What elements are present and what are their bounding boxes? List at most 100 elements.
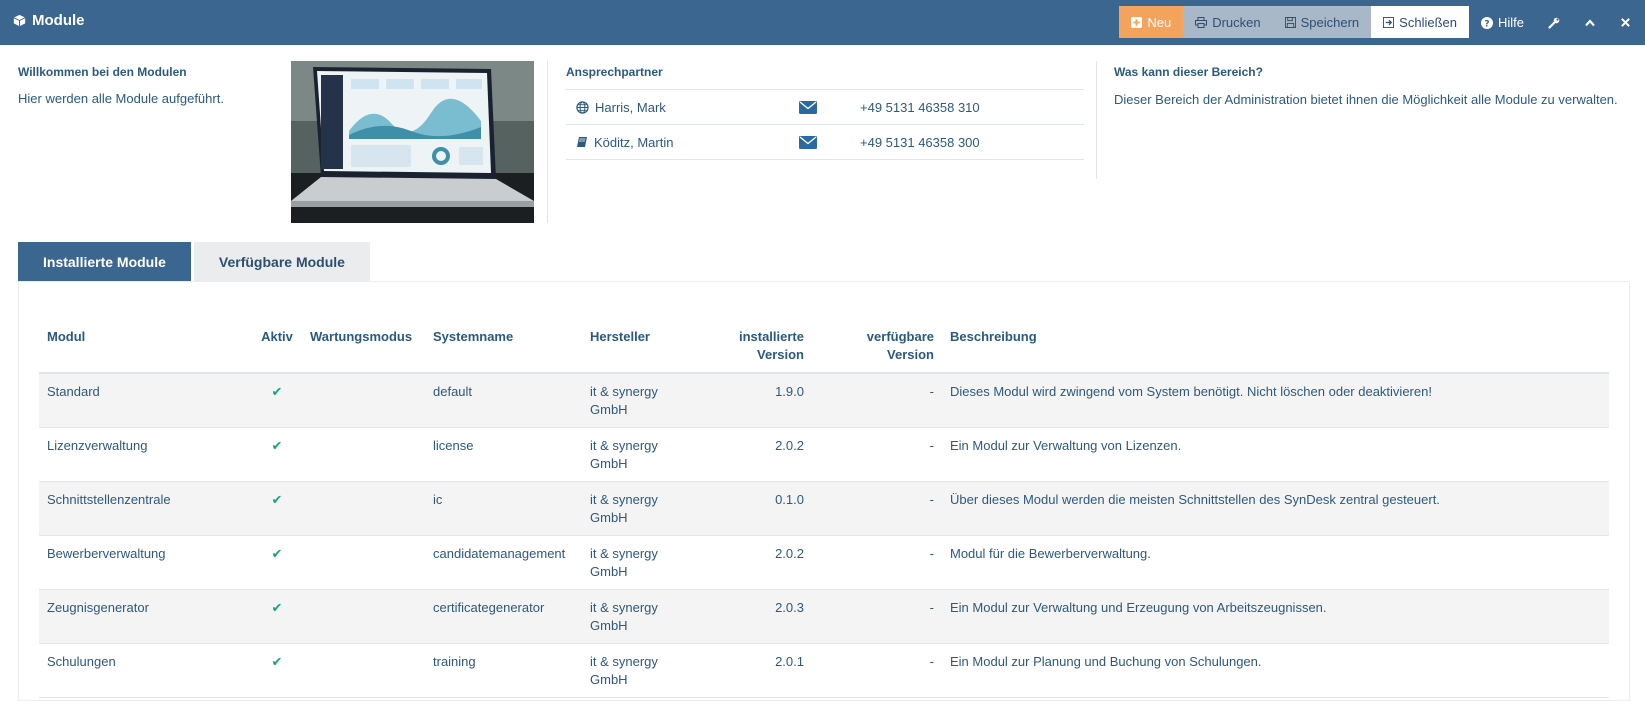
cell-hersteller: it & synergy GmbH: [582, 535, 682, 590]
wrench-icon: [1548, 17, 1560, 29]
globe-icon: [576, 100, 589, 114]
table-row[interactable]: Standard ✔ default it & synergy GmbH 1.9.…: [39, 373, 1609, 428]
hersteller-line1: it & synergy: [590, 545, 658, 561]
tab-installed-modules[interactable]: Installierte Module: [18, 242, 191, 282]
cell-beschreibung: Ein Modul zur Verwaltung und Erzeugung v…: [942, 589, 1609, 644]
cell-modul: Lizenzverwaltung: [39, 427, 252, 482]
settings-button[interactable]: [1536, 0, 1572, 45]
col-header-hersteller[interactable]: Hersteller: [582, 318, 682, 374]
col-header-modul[interactable]: Modul: [39, 318, 252, 374]
check-icon: ✔: [271, 599, 283, 615]
contact-phone[interactable]: +49 5131 46358 310: [840, 100, 980, 115]
welcome-text: Hier werden alle Module aufgeführt.: [18, 91, 224, 106]
cell-modul: Schnittstellenzentrale: [39, 481, 252, 536]
hersteller-line2: GmbH: [590, 671, 628, 687]
contact-name-cell: Harris, Mark: [566, 100, 776, 115]
hersteller-line2: GmbH: [590, 563, 628, 579]
envelope-icon[interactable]: [799, 135, 817, 149]
col-header-installed-line2: Version: [757, 347, 804, 362]
cell-beschreibung: Ein Modul zur Verwaltung von Lizenzen.: [942, 427, 1609, 482]
cell-wartung: [302, 427, 425, 482]
cell-beschreibung: Ein Modul zur Planung und Buchung von Sc…: [942, 643, 1609, 698]
hersteller-line1: it & synergy: [590, 599, 658, 615]
email-cell: [776, 135, 840, 149]
floppy-icon: [1284, 16, 1296, 28]
hersteller-line2: GmbH: [590, 617, 628, 633]
about-text: Dieser Bereich der Administration bietet…: [1114, 92, 1618, 107]
cell-wartung: [302, 481, 425, 536]
print-icon: [1195, 16, 1208, 28]
collapse-button[interactable]: [1572, 0, 1608, 45]
cell-systemname: default: [425, 373, 582, 428]
cell-aktiv: ✔: [252, 535, 302, 590]
cell-installed-version: 2.0.3: [682, 589, 812, 644]
cell-systemname: training: [425, 643, 582, 698]
cell-aktiv: ✔: [252, 643, 302, 698]
cell-hersteller: it & synergy GmbH: [582, 481, 682, 536]
cell-installed-version: 0.1.0: [682, 481, 812, 536]
close-button[interactable]: Schließen: [1371, 6, 1469, 38]
new-button[interactable]: Neu: [1119, 6, 1184, 38]
cell-installed-version: 2.0.1: [682, 643, 812, 698]
close-button-label: Schließen: [1399, 14, 1457, 30]
cell-available-version: -: [812, 373, 942, 428]
modules-table: Modul Aktiv Wartungsmodus Systemname Her…: [39, 318, 1609, 698]
about-heading: Was kann dieser Bereich?: [1114, 65, 1263, 79]
chevron-up-icon: [1585, 18, 1595, 26]
table-row[interactable]: Lizenzverwaltung ✔ license it & synergy G…: [39, 427, 1609, 482]
help-button[interactable]: ? Hilfe: [1469, 0, 1536, 45]
contact-row: Harris, Mark +49 5131 46358 310: [566, 90, 1084, 125]
contact-phone[interactable]: +49 5131 46358 300: [840, 135, 980, 150]
cell-hersteller: it & synergy GmbH: [582, 427, 682, 482]
cell-hersteller: it & synergy GmbH: [582, 373, 682, 428]
col-header-installed-version[interactable]: installierte Version: [682, 318, 812, 374]
table-row[interactable]: Zeugnisgenerator ✔ certificategenerator …: [39, 589, 1609, 644]
laptop-illustration: [291, 61, 534, 223]
close-icon: [1621, 18, 1630, 27]
contact-name[interactable]: Köditz, Martin: [594, 135, 673, 150]
table-row[interactable]: Schulungen ✔ training it & synergy GmbH 2…: [39, 643, 1609, 698]
cell-aktiv: ✔: [252, 373, 302, 428]
cell-wartung: [302, 643, 425, 698]
col-header-beschreibung[interactable]: Beschreibung: [942, 318, 1609, 374]
email-cell: [776, 100, 840, 114]
dashboard-laptop-image: [291, 61, 534, 223]
cell-aktiv: ✔: [252, 427, 302, 482]
col-header-systemname[interactable]: Systemname: [425, 318, 582, 374]
page-title-text: Module: [32, 12, 85, 29]
check-icon: ✔: [271, 437, 283, 453]
cell-modul: Standard: [39, 373, 252, 428]
col-header-available-version[interactable]: verfügbare Version: [812, 318, 942, 374]
print-button[interactable]: Drucken: [1183, 6, 1273, 38]
cell-beschreibung: Modul für die Bewerberverwaltung.: [942, 535, 1609, 590]
contact-name[interactable]: Harris, Mark: [595, 100, 666, 115]
sign-out-icon: [1383, 16, 1395, 28]
contacts-table: Harris, Mark +49 5131 46358 310 Köditz, …: [566, 89, 1084, 160]
hersteller-line1: it & synergy: [590, 384, 658, 399]
contact-name-cell: Köditz, Martin: [566, 135, 776, 150]
save-button[interactable]: Speichern: [1272, 6, 1372, 38]
envelope-icon[interactable]: [799, 100, 817, 114]
check-icon: ✔: [271, 653, 283, 669]
close-window-button[interactable]: [1608, 0, 1645, 45]
table-row[interactable]: Bewerberverwaltung ✔ candidatemanagement…: [39, 535, 1609, 590]
contact-row: Köditz, Martin +49 5131 46358 300: [566, 125, 1084, 160]
cube-icon: [13, 14, 26, 27]
cell-installed-version: 2.0.2: [682, 427, 812, 482]
cell-hersteller: it & synergy GmbH: [582, 589, 682, 644]
hersteller-line2: GmbH: [590, 509, 628, 525]
cell-modul: Bewerberverwaltung: [39, 535, 252, 590]
welcome-heading: Willkommen bei den Modulen: [18, 65, 187, 79]
page-title: Module: [13, 12, 85, 29]
tab-available-modules[interactable]: Verfügbare Module: [193, 242, 370, 282]
table-row[interactable]: Schnittstellenzentrale ✔ ic it & synergy…: [39, 481, 1609, 536]
svg-text:?: ?: [1484, 19, 1489, 29]
col-header-aktiv[interactable]: Aktiv: [252, 318, 302, 374]
hersteller-line1: it & synergy: [590, 491, 658, 507]
divider-1: [547, 61, 548, 223]
cell-available-version: -: [812, 589, 942, 644]
col-header-wartungsmodus[interactable]: Wartungsmodus: [302, 318, 425, 374]
toolbar: Neu Drucken Speichern Schließen ? Hilfe: [1119, 0, 1645, 45]
cell-installed-version: 2.0.2: [682, 535, 812, 590]
cell-available-version: -: [812, 427, 942, 482]
